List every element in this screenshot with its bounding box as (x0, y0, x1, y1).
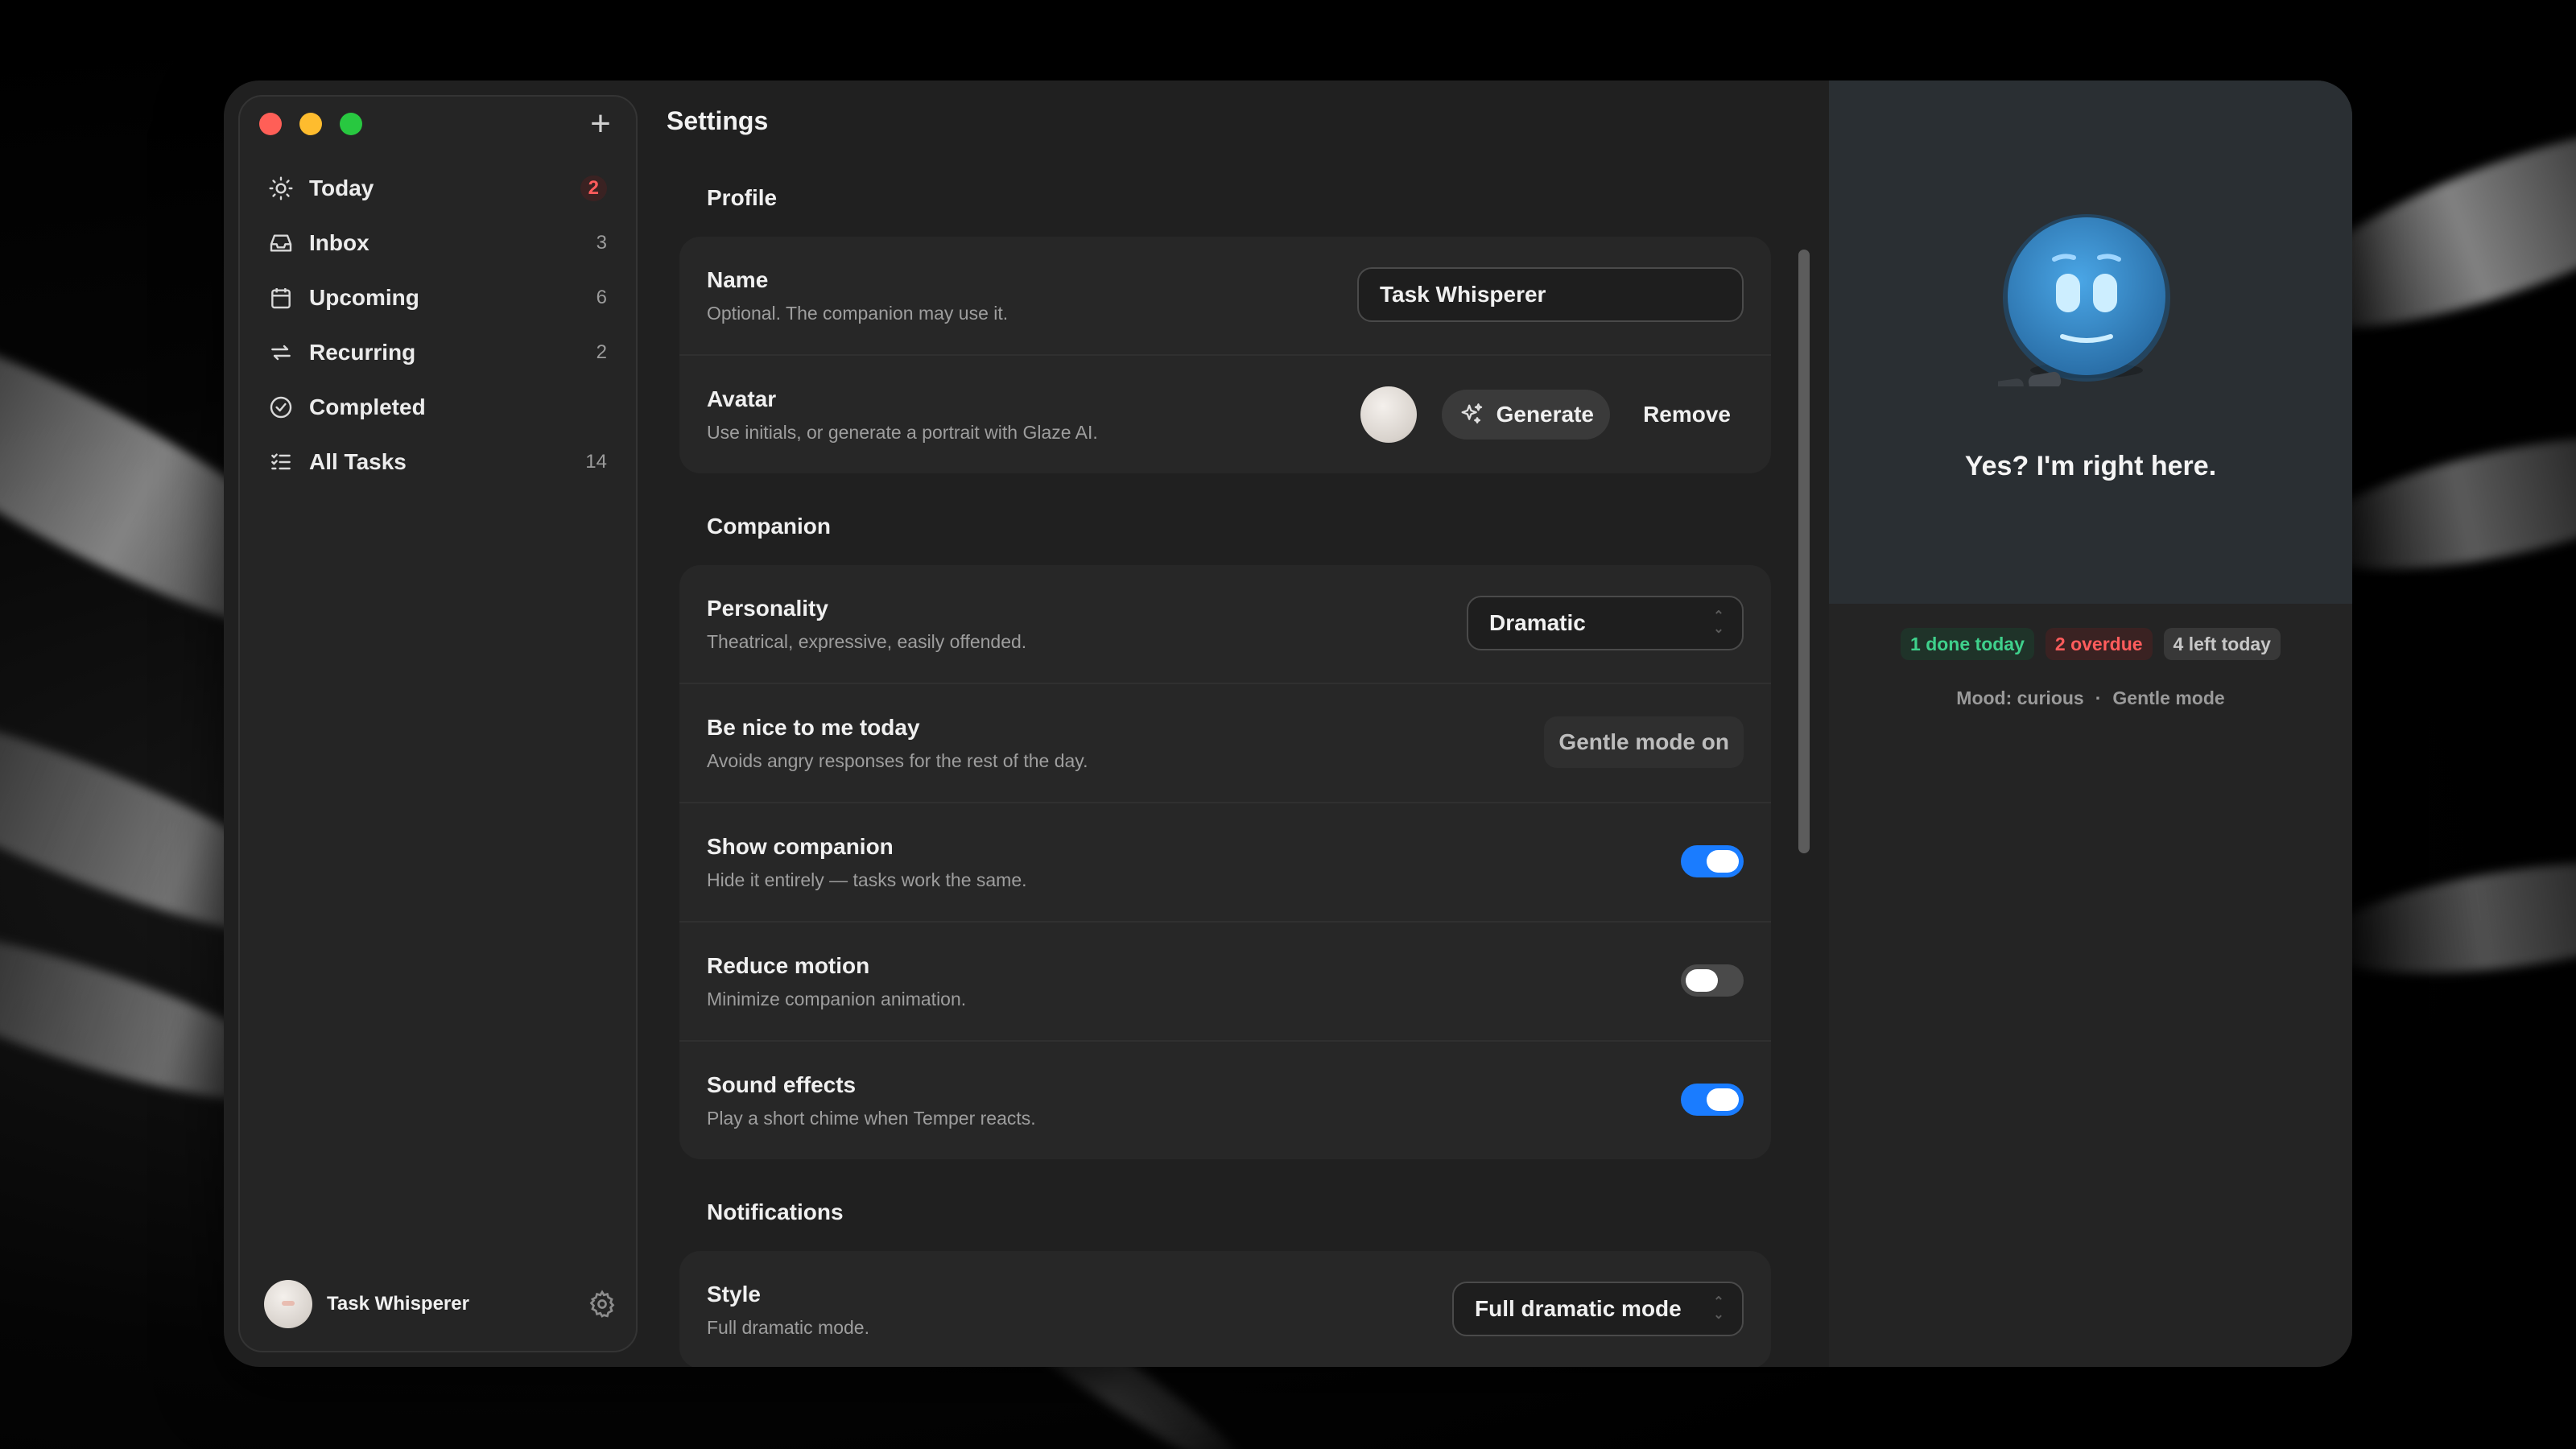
window-controls (259, 113, 362, 135)
setting-title: Style (707, 1282, 761, 1307)
settings-main: Settings Profile Name Optional. The comp… (655, 80, 1818, 1367)
item-count: 14 (585, 451, 607, 473)
user-profile-row[interactable]: Task Whisperer (264, 1280, 617, 1328)
setting-title: Show companion (707, 834, 894, 859)
setting-title: Sound effects (707, 1072, 857, 1097)
setting-title: Avatar (707, 386, 777, 411)
notification-style-select[interactable]: Full dramatic mode ⌃ ⌄ (1452, 1282, 1744, 1336)
toggle-knob (1707, 850, 1739, 873)
overdue-badge: 2 overdue (2045, 628, 2153, 660)
sidebar: + Today 2 Inbox 3 Upcoming 6 Recurring 2… (238, 95, 638, 1352)
sidebar-item-all-tasks[interactable]: All Tasks 14 (251, 435, 623, 489)
sparkles-icon (1461, 403, 1482, 424)
mood-text: Mood: curious (1956, 687, 2084, 708)
chevron-up-down-icon: ⌃ ⌄ (1713, 1295, 1724, 1322)
setting-description: Theatrical, expressive, easily offended. (707, 631, 1027, 652)
sidebar-nav: Today 2 Inbox 3 Upcoming 6 Recurring 2 C… (251, 161, 623, 489)
name-input[interactable]: Task Whisperer (1357, 267, 1744, 322)
left-today-badge: 4 left today (2163, 628, 2281, 660)
inbox-icon (267, 229, 295, 257)
sidebar-item-upcoming[interactable]: Upcoming 6 (251, 270, 623, 325)
item-count: 3 (596, 232, 607, 254)
notifications-section-title: Notifications (707, 1199, 844, 1224)
name-setting-row: Name Optional. The companion may use it.… (679, 237, 1771, 356)
sound-effects-toggle[interactable] (1681, 1084, 1744, 1116)
select-value: Full dramatic mode (1475, 1296, 1682, 1321)
show-companion-toggle[interactable] (1681, 845, 1744, 877)
personality-select[interactable]: Dramatic ⌃ ⌄ (1467, 596, 1744, 650)
avatar-setting-row: Avatar Use initials, or generate a portr… (679, 356, 1771, 473)
page-title: Settings (667, 106, 769, 135)
sidebar-item-completed[interactable]: Completed (251, 380, 623, 435)
setting-description: Use initials, or generate a portrait wit… (707, 422, 1098, 443)
setting-description: Play a short chime when Temper reacts. (707, 1108, 1036, 1129)
setting-description: Minimize companion animation. (707, 989, 967, 1009)
setting-description: Optional. The companion may use it. (707, 303, 1009, 324)
user-name: Task Whisperer (327, 1293, 469, 1315)
toggle-knob (1707, 1088, 1739, 1111)
notifications-card: Style Full dramatic mode. Full dramatic … (679, 1251, 1771, 1367)
generate-avatar-button[interactable]: Generate (1441, 390, 1610, 440)
companion-character[interactable] (1998, 209, 2175, 386)
repeat-icon (267, 339, 295, 366)
scrollbar[interactable] (1798, 250, 1810, 853)
gentle-mode-button[interactable]: Gentle mode on (1544, 716, 1744, 768)
style-setting-row: Style Full dramatic mode. Full dramatic … (679, 1251, 1771, 1367)
companion-card: Personality Theatrical, expressive, easi… (679, 565, 1771, 1159)
avatar (264, 1280, 312, 1328)
be-nice-setting-row: Be nice to me today Avoids angry respons… (679, 684, 1771, 803)
setting-description: Avoids angry responses for the rest of t… (707, 750, 1088, 771)
mode-text: Gentle mode (2112, 687, 2225, 708)
settings-content: Profile Name Optional. The companion may… (679, 185, 1771, 1367)
new-task-button[interactable]: + (584, 106, 617, 142)
select-value: Dramatic (1489, 610, 1586, 635)
sidebar-item-label: Recurring (309, 340, 416, 365)
sidebar-item-label: Today (309, 175, 374, 200)
setting-description: Full dramatic mode. (707, 1317, 869, 1338)
done-today-badge: 1 done today (1901, 628, 2034, 660)
list-icon (267, 448, 295, 476)
reduce-motion-toggle[interactable] (1681, 964, 1744, 997)
sidebar-item-label: Upcoming (309, 285, 419, 310)
minimize-window-button[interactable] (299, 113, 322, 135)
item-count: 2 (596, 341, 607, 363)
setting-title: Personality (707, 596, 828, 621)
zoom-window-button[interactable] (340, 113, 362, 135)
setting-title: Name (707, 267, 769, 292)
sound-effects-setting-row: Sound effects Play a short chime when Te… (679, 1042, 1771, 1159)
profile-section-title: Profile (707, 185, 778, 210)
sidebar-item-inbox[interactable]: Inbox 3 (251, 216, 623, 270)
sidebar-item-label: Completed (309, 394, 426, 419)
avatar-preview (1360, 386, 1417, 443)
task-stats: 1 done today 2 overdue 4 left today (1829, 628, 2352, 660)
setting-title: Be nice to me today (707, 715, 920, 740)
toggle-knob (1686, 969, 1718, 992)
item-count: 6 (596, 287, 607, 308)
gear-icon[interactable] (588, 1290, 617, 1319)
sidebar-item-label: All Tasks (309, 449, 407, 474)
chevron-up-down-icon: ⌃ ⌄ (1713, 609, 1724, 636)
personality-setting-row: Personality Theatrical, expressive, easi… (679, 565, 1771, 684)
sidebar-item-label: Inbox (309, 230, 369, 255)
remove-avatar-button[interactable]: Remove (1643, 390, 1731, 440)
sidebar-item-today[interactable]: Today 2 (251, 161, 623, 216)
setting-title: Reduce motion (707, 953, 870, 978)
check-circle-icon (267, 394, 295, 421)
sidebar-item-recurring[interactable]: Recurring 2 (251, 325, 623, 380)
reduce-motion-setting-row: Reduce motion Minimize companion animati… (679, 923, 1771, 1042)
close-window-button[interactable] (259, 113, 282, 135)
generate-label: Generate (1496, 402, 1594, 427)
setting-description: Hide it entirely — tasks work the same. (707, 869, 1027, 890)
profile-card: Name Optional. The companion may use it.… (679, 237, 1771, 473)
companion-speech: Yes? I'm right here. (1964, 451, 2217, 481)
mood-line: Mood: curious · Gentle mode (1829, 687, 2352, 709)
companion-section-title: Companion (707, 514, 831, 539)
companion-panel: Yes? I'm right here. 1 done today 2 over… (1829, 80, 2352, 1367)
sun-icon (267, 175, 295, 202)
show-companion-setting-row: Show companion Hide it entirely — tasks … (679, 803, 1771, 923)
overdue-badge: 2 (580, 175, 607, 201)
app-window: + Today 2 Inbox 3 Upcoming 6 Recurring 2… (224, 80, 2352, 1367)
separator: · (2095, 687, 2102, 708)
calendar-icon (267, 284, 295, 312)
